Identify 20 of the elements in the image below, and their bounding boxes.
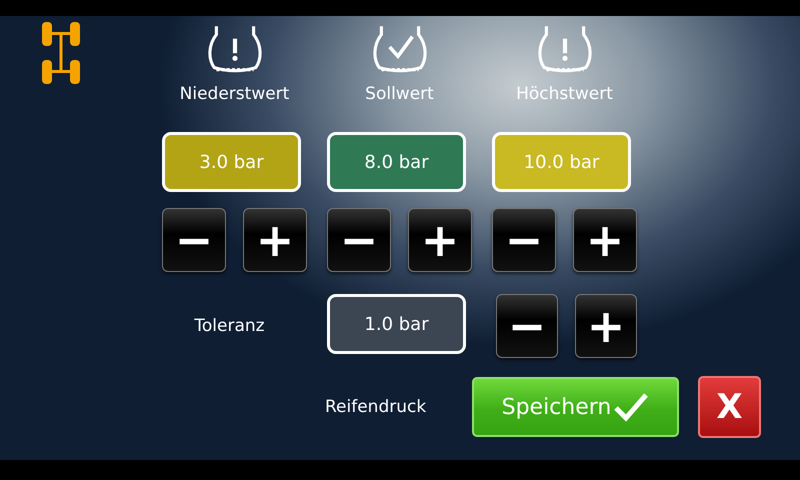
footer-label: Reifendruck (325, 397, 428, 417)
column-label: Niederstwert (180, 84, 290, 104)
column-label: Höchstwert (516, 84, 613, 104)
column-label: Sollwert (365, 84, 434, 104)
tolerance-label: Toleranz (194, 316, 265, 336)
plus-button[interactable]: + (408, 208, 472, 272)
minus-button[interactable]: − (496, 294, 558, 358)
plus-button[interactable]: + (573, 208, 637, 272)
plus-button[interactable]: + (243, 208, 307, 272)
plus-button[interactable]: + (575, 294, 637, 358)
value-display: 3.0 bar (162, 132, 301, 192)
value-display: 8.0 bar (327, 132, 466, 192)
minus-button[interactable]: − (492, 208, 556, 272)
minus-button[interactable]: − (162, 208, 226, 272)
value-display: 10.0 bar (492, 132, 631, 192)
tolerance-display: 1.0 bar (327, 294, 466, 354)
axle-icon (40, 20, 82, 86)
cancel-button[interactable]: X (698, 376, 761, 438)
check-icon (613, 391, 650, 423)
minus-button[interactable]: − (327, 208, 391, 272)
